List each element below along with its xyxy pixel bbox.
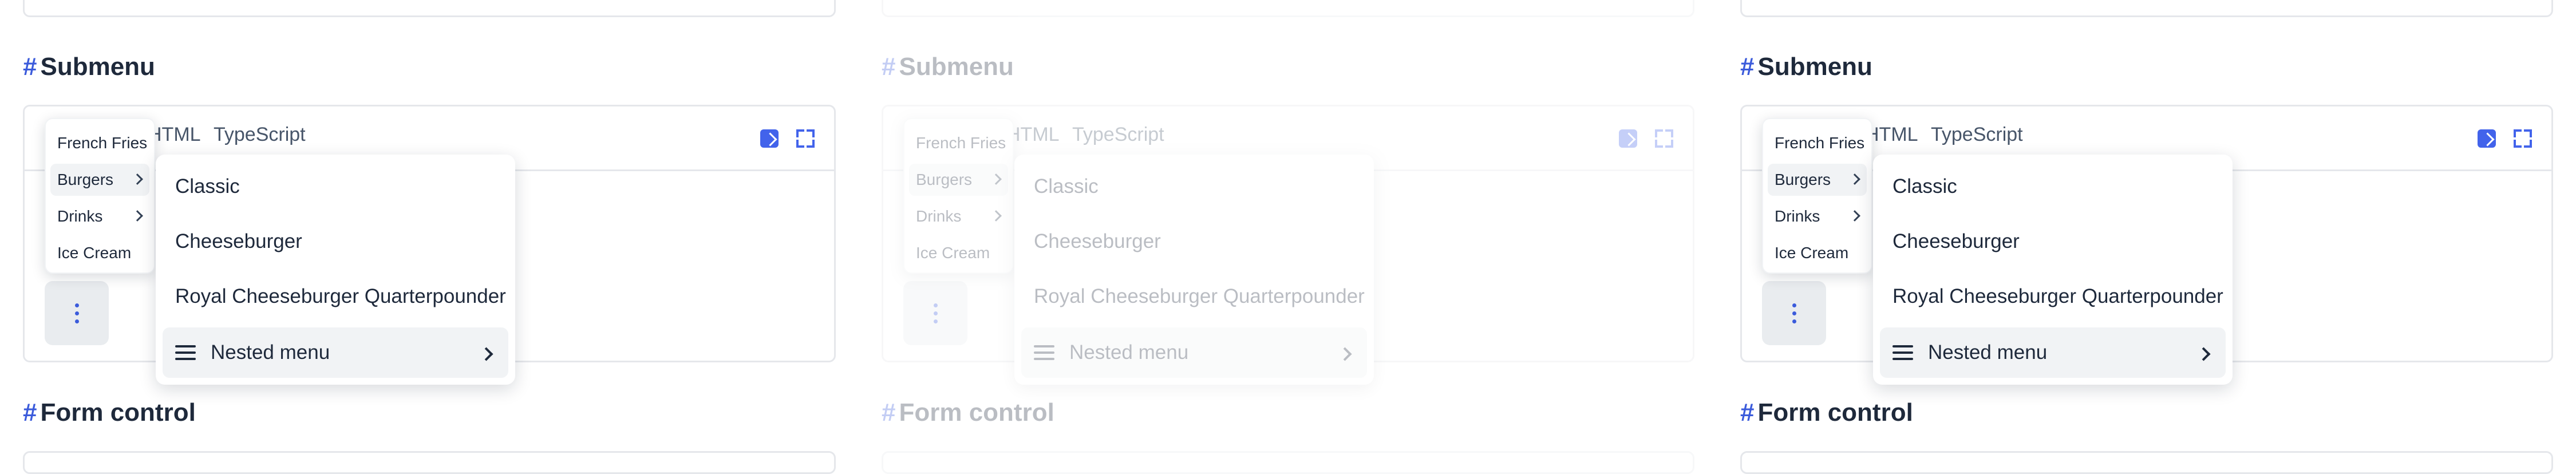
section-title: Submenu bbox=[1757, 53, 1872, 81]
anchor-hash-icon[interactable]: # bbox=[23, 53, 37, 81]
demo-panel-3: # Submenu HTML TypeScript French Fries B… bbox=[1717, 0, 2576, 474]
section-heading-form-control: # Form control bbox=[1740, 398, 1913, 427]
menu-item-drinks[interactable]: Drinks bbox=[50, 200, 149, 232]
demo-panel-1: # Submenu HTML TypeScript French Fries B… bbox=[0, 0, 859, 474]
section-heading-form-control: # Form control bbox=[882, 398, 1054, 427]
menu-item-burgers[interactable]: Burgers bbox=[909, 164, 1008, 196]
submenu-item-royal-cheeseburger[interactable]: Royal Cheeseburger Quarterpounder bbox=[1880, 271, 2226, 322]
menu-item-burgers[interactable]: Burgers bbox=[1768, 164, 1867, 196]
section-heading-submenu: # Submenu bbox=[882, 53, 1014, 81]
anchor-hash-icon[interactable]: # bbox=[1740, 398, 1754, 427]
more-vertical-icon bbox=[933, 303, 938, 307]
section-title: Form control bbox=[40, 398, 196, 426]
chevron-right-icon bbox=[2196, 347, 2211, 361]
menu-lines-icon bbox=[1034, 345, 1054, 360]
open-in-new-icon[interactable] bbox=[760, 129, 779, 148]
section-title: Form control bbox=[899, 398, 1054, 426]
submenu-panel: Classic Cheeseburger Royal Cheeseburger … bbox=[1014, 155, 1374, 385]
anchor-hash-icon[interactable]: # bbox=[1740, 53, 1754, 81]
more-vertical-icon bbox=[74, 303, 79, 307]
previous-example-card bbox=[882, 0, 1694, 17]
menu-lines-icon bbox=[175, 345, 196, 360]
submenu-item-cheeseburger[interactable]: Cheeseburger bbox=[1880, 216, 2226, 267]
open-in-new-icon[interactable] bbox=[1619, 129, 1637, 148]
menu-item-french-fries[interactable]: French Fries bbox=[909, 127, 1008, 159]
tab-html[interactable]: HTML bbox=[1006, 124, 1060, 146]
tab-typescript[interactable]: TypeScript bbox=[214, 124, 306, 146]
tab-typescript[interactable]: TypeScript bbox=[1931, 124, 2023, 146]
submenu-panel: Classic Cheeseburger Royal Cheeseburger … bbox=[156, 155, 515, 385]
demo-panel-2: # Submenu HTML TypeScript French Fries B… bbox=[859, 0, 1717, 474]
section-title: Submenu bbox=[899, 53, 1014, 81]
menu-item-drinks[interactable]: Drinks bbox=[909, 200, 1008, 232]
tab-typescript[interactable]: TypeScript bbox=[1072, 124, 1164, 146]
tab-html[interactable]: HTML bbox=[1865, 124, 1918, 146]
menu-item-french-fries[interactable]: French Fries bbox=[1768, 127, 1867, 159]
menu-lines-icon bbox=[1893, 345, 1913, 360]
next-example-card bbox=[1740, 451, 2553, 474]
menu-panel: French Fries Burgers Drinks Ice Cream bbox=[45, 118, 155, 274]
fullscreen-icon[interactable] bbox=[796, 129, 815, 148]
tab-html[interactable]: HTML bbox=[148, 124, 201, 146]
previous-example-card bbox=[23, 0, 836, 17]
submenu-item-classic[interactable]: Classic bbox=[163, 161, 508, 212]
previous-example-card bbox=[1740, 0, 2553, 17]
chevron-right-icon bbox=[1338, 347, 1352, 361]
more-menu-button[interactable] bbox=[903, 281, 967, 345]
submenu-item-classic[interactable]: Classic bbox=[1021, 161, 1367, 212]
chevron-right-icon bbox=[132, 210, 143, 222]
submenu-item-nested-menu[interactable]: Nested menu bbox=[1880, 327, 2226, 378]
menu-panel: French Fries Burgers Drinks Ice Cream bbox=[1762, 118, 1872, 274]
menu-item-ice-cream[interactable]: Ice Cream bbox=[909, 237, 1008, 269]
chevron-right-icon bbox=[132, 173, 143, 185]
more-menu-button[interactable] bbox=[1762, 281, 1826, 345]
open-in-new-icon[interactable] bbox=[2478, 129, 2496, 148]
anchor-hash-icon[interactable]: # bbox=[882, 398, 895, 427]
next-example-card bbox=[882, 451, 1694, 474]
more-menu-button[interactable] bbox=[45, 281, 109, 345]
submenu-item-classic[interactable]: Classic bbox=[1880, 161, 2226, 212]
submenu-item-royal-cheeseburger[interactable]: Royal Cheeseburger Quarterpounder bbox=[163, 271, 508, 322]
section-heading-submenu: # Submenu bbox=[1740, 53, 1872, 81]
anchor-hash-icon[interactable]: # bbox=[882, 53, 895, 81]
menu-item-french-fries[interactable]: French Fries bbox=[50, 127, 149, 159]
section-heading-submenu: # Submenu bbox=[23, 53, 155, 81]
anchor-hash-icon[interactable]: # bbox=[23, 398, 37, 427]
next-example-card bbox=[23, 451, 836, 474]
chevron-right-icon bbox=[990, 210, 1002, 222]
submenu-item-nested-menu[interactable]: Nested menu bbox=[1021, 327, 1367, 378]
menu-item-ice-cream[interactable]: Ice Cream bbox=[1768, 237, 1867, 269]
section-title: Submenu bbox=[40, 53, 155, 81]
menu-panel: French Fries Burgers Drinks Ice Cream bbox=[903, 118, 1014, 274]
fullscreen-icon[interactable] bbox=[1655, 129, 1673, 148]
submenu-panel: Classic Cheeseburger Royal Cheeseburger … bbox=[1873, 155, 2233, 385]
chevron-right-icon bbox=[1849, 210, 1860, 222]
more-vertical-icon bbox=[1792, 303, 1796, 307]
menu-item-ice-cream[interactable]: Ice Cream bbox=[50, 237, 149, 269]
section-title: Form control bbox=[1757, 398, 1913, 426]
section-heading-form-control: # Form control bbox=[23, 398, 196, 427]
chevron-right-icon bbox=[479, 347, 493, 361]
fullscreen-icon[interactable] bbox=[2514, 129, 2532, 148]
submenu-item-royal-cheeseburger[interactable]: Royal Cheeseburger Quarterpounder bbox=[1021, 271, 1367, 322]
submenu-item-cheeseburger[interactable]: Cheeseburger bbox=[163, 216, 508, 267]
chevron-right-icon bbox=[1849, 173, 1860, 185]
menu-item-drinks[interactable]: Drinks bbox=[1768, 200, 1867, 232]
menu-item-burgers[interactable]: Burgers bbox=[50, 164, 149, 196]
submenu-item-cheeseburger[interactable]: Cheeseburger bbox=[1021, 216, 1367, 267]
chevron-right-icon bbox=[990, 173, 1002, 185]
submenu-item-nested-menu[interactable]: Nested menu bbox=[163, 327, 508, 378]
